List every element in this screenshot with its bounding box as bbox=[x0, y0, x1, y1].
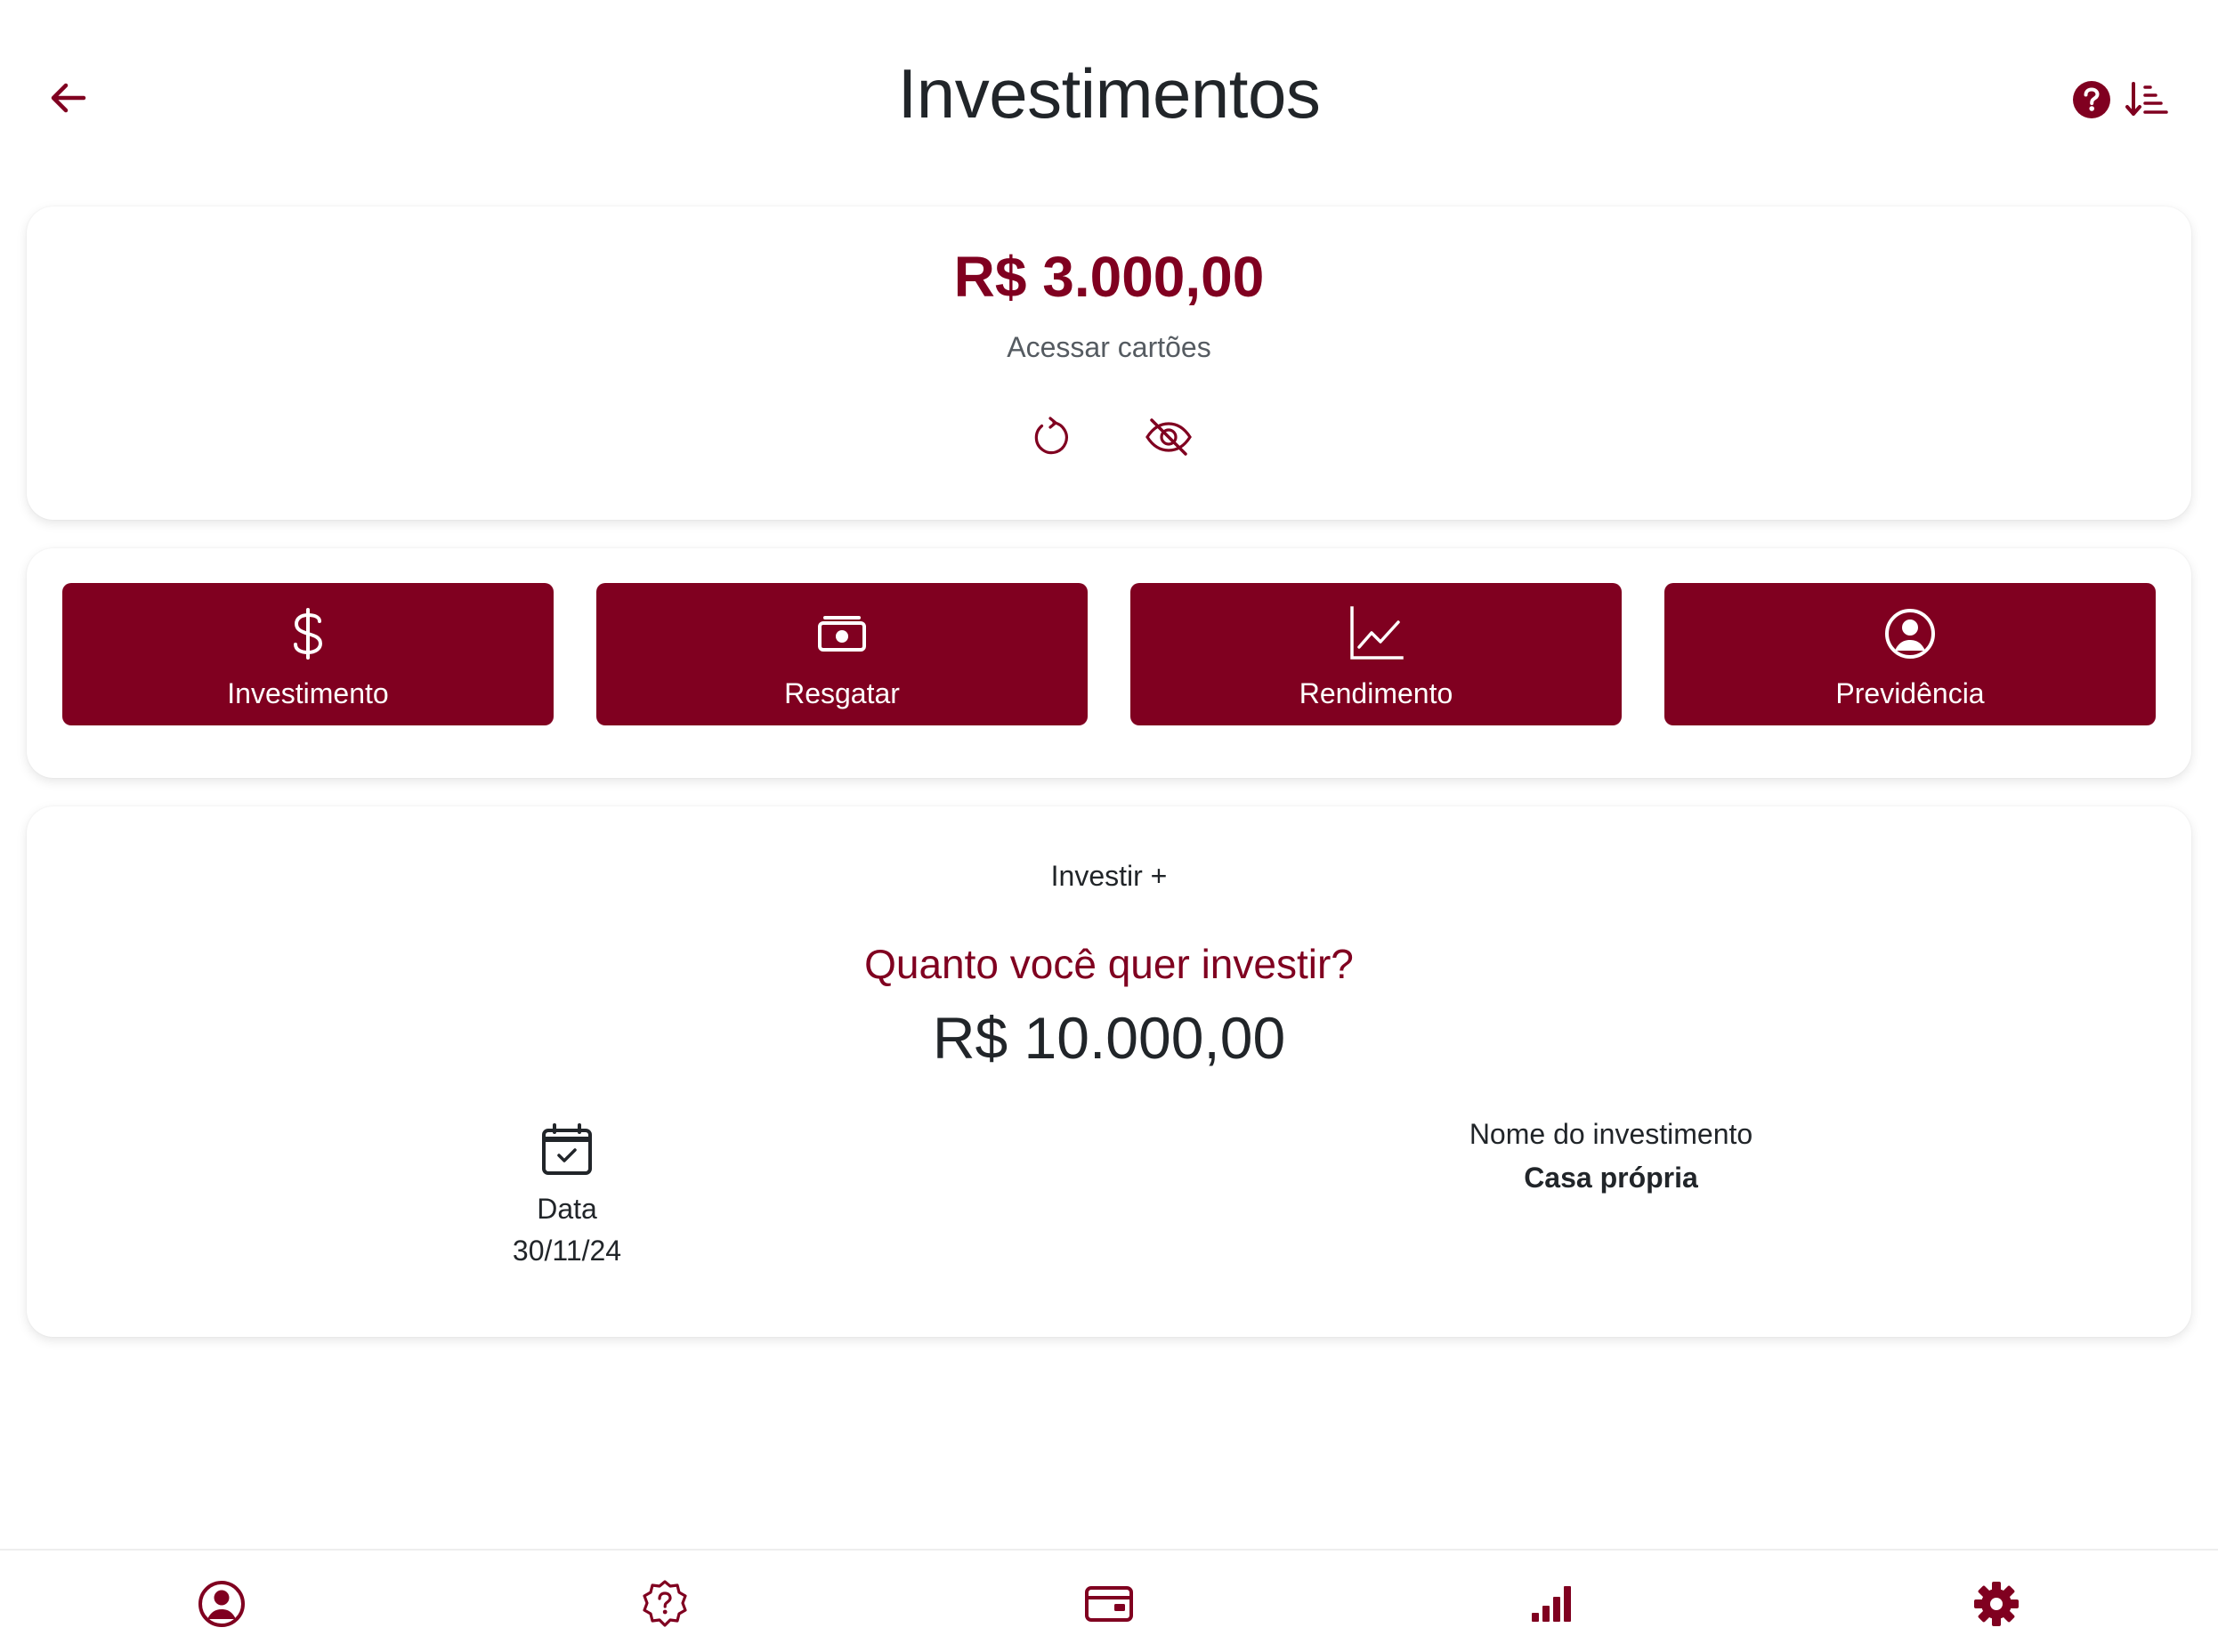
investment-name-value: Casa própria bbox=[1524, 1162, 1698, 1194]
nav-profile[interactable] bbox=[197, 1579, 247, 1629]
invest-question: Quanto você quer investir? bbox=[864, 941, 1354, 987]
cash-icon bbox=[818, 616, 866, 652]
nav-cards[interactable] bbox=[1084, 1579, 1134, 1629]
resgatar-label: Resgatar bbox=[784, 677, 900, 709]
invest-amount: R$ 10.000,00 bbox=[932, 1005, 1286, 1071]
access-cards-link[interactable]: Acessar cartões bbox=[27, 331, 2191, 364]
investment-name-label: Nome do investimento bbox=[1469, 1118, 1753, 1150]
question-badge-icon bbox=[643, 1580, 687, 1627]
eye-slash-icon bbox=[1145, 418, 1192, 456]
credit-card-icon bbox=[1085, 1586, 1133, 1622]
investimento-label: Investimento bbox=[227, 677, 389, 709]
nav-investments[interactable] bbox=[1527, 1579, 1577, 1629]
bottom-nav bbox=[0, 1549, 2218, 1652]
help-button[interactable] bbox=[2072, 80, 2111, 119]
page-title: Investimentos bbox=[897, 54, 1321, 133]
date-field[interactable]: Data 30/11/24 bbox=[433, 1123, 700, 1267]
date-label: Data bbox=[537, 1193, 597, 1225]
invest-card: Investir + Quanto você quer investir? R$… bbox=[27, 806, 2191, 1337]
balance-card: R$ 3.000,00 Acessar cartões bbox=[27, 206, 2191, 520]
invest-more-link[interactable]: Investir + bbox=[27, 860, 2191, 893]
dollar-icon bbox=[294, 608, 323, 660]
hide-balance-button[interactable] bbox=[1145, 417, 1193, 458]
balance-amount: R$ 3.000,00 bbox=[953, 245, 1265, 309]
gear-icon bbox=[1974, 1582, 2019, 1626]
calendar-check-icon bbox=[542, 1123, 592, 1175]
date-value: 30/11/24 bbox=[512, 1235, 622, 1267]
sort-descending-icon bbox=[2125, 82, 2168, 116]
actions-card: Investimento Resgatar Rendimento Previdê… bbox=[27, 548, 2191, 778]
nav-settings[interactable] bbox=[1971, 1579, 2021, 1629]
investment-name-field[interactable]: Nome do investimento Casa própria bbox=[1344, 1118, 1878, 1194]
previdencia-button[interactable]: Previdência bbox=[1664, 583, 2156, 725]
person-circle-icon bbox=[1885, 609, 1935, 659]
investimento-button[interactable]: Investimento bbox=[62, 583, 554, 725]
page: Investimentos R$ 3.000,00 Acessar cartõe… bbox=[0, 0, 2218, 1652]
question-circle-icon bbox=[2073, 81, 2110, 118]
graph-up-icon bbox=[1350, 606, 1404, 660]
rendimento-button[interactable]: Rendimento bbox=[1130, 583, 1622, 725]
header: Investimentos bbox=[0, 0, 2218, 200]
refresh-button[interactable] bbox=[1031, 417, 1072, 458]
sort-button[interactable] bbox=[2125, 80, 2168, 119]
rendimento-label: Rendimento bbox=[1299, 677, 1453, 709]
refresh-icon bbox=[1034, 417, 1068, 455]
resgatar-button[interactable]: Resgatar bbox=[596, 583, 1088, 725]
bar-chart-icon bbox=[1532, 1586, 1571, 1622]
previdencia-label: Previdência bbox=[1835, 677, 1985, 709]
nav-help[interactable] bbox=[640, 1579, 690, 1629]
person-circle-icon bbox=[198, 1581, 245, 1627]
